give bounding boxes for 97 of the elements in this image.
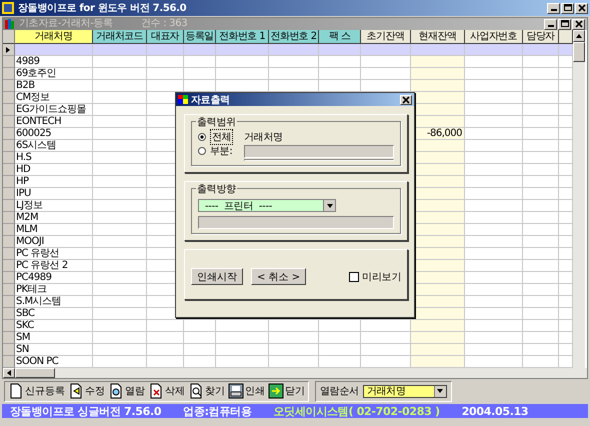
column-header[interactable]: 사업자번호 [465, 30, 523, 44]
caret-icon [434, 386, 446, 396]
books-icon [5, 19, 15, 29]
table-cell: LJ정보 [15, 200, 93, 212]
row-selector[interactable] [3, 44, 15, 56]
up-arrow-icon [576, 34, 582, 38]
search-icon [188, 383, 204, 399]
table-row[interactable]: 4989 [3, 56, 573, 68]
vertical-scrollbar[interactable] [573, 30, 585, 368]
child-window-title: 기초자료-거래처-등록 [19, 18, 113, 30]
table-cell: 600025 [15, 128, 93, 140]
close-button[interactable] [572, 18, 585, 30]
table-cell: HP [15, 176, 93, 188]
table-cell: CM정보 [15, 92, 93, 104]
preview-checkbox[interactable]: 미리보기 [349, 270, 401, 284]
maximize-icon [560, 19, 570, 29]
window-title: 장돌뱅이프로 for 윈도우 버전 7.56.0 [18, 2, 188, 15]
document-arrow-icon [68, 383, 84, 399]
table-row[interactable]: 69호주인 [3, 68, 573, 80]
table-cell: SBC [15, 308, 93, 320]
table-cell: 4989 [15, 56, 93, 68]
table-cell: S.M시스템 [15, 296, 93, 308]
minimize-icon [550, 8, 556, 10]
table-cell: MOOJI [15, 236, 93, 248]
column-header[interactable]: 전화번호 2 [269, 30, 319, 44]
table-cell: 6S시스템 [15, 140, 93, 152]
printer-icon [228, 383, 244, 399]
table-cell: B2B [15, 80, 93, 92]
minimize-button[interactable] [544, 18, 557, 30]
dialog-button[interactable]: 인쇄시작 [191, 268, 243, 285]
column-header[interactable]: 담당자 [523, 30, 559, 44]
table-row[interactable]: SKC [3, 320, 573, 332]
scroll-up-button[interactable] [573, 30, 585, 42]
table-cell: M2M [15, 212, 93, 224]
minimize-button[interactable] [547, 2, 560, 14]
left-arrow-icon [7, 370, 11, 376]
column-header[interactable]: 등록일 [184, 30, 216, 44]
column-header [559, 30, 573, 44]
column-header[interactable]: 대표자 [147, 30, 184, 44]
status-text: 장돌뱅이프로 싱글버전 7.56.0 [10, 404, 162, 418]
table-cell: SN [15, 344, 93, 356]
table-cell: HD [15, 164, 93, 176]
table-cell: PC4989 [15, 272, 93, 284]
caret-icon [323, 200, 335, 211]
table-cell: EG가이드쇼핑몰 [15, 104, 93, 116]
scroll-thumb[interactable] [15, 368, 55, 378]
table-cell: SM [15, 332, 93, 344]
toolbar-button[interactable]: 인쇄 [227, 382, 266, 400]
restore-button[interactable] [558, 18, 571, 30]
scroll-thumb[interactable] [573, 42, 585, 62]
row-pointer-icon [6, 47, 10, 53]
table-cell: EONTECH [15, 116, 93, 128]
column-header[interactable]: 현재잔액 [411, 30, 465, 44]
table-cell: 69호주인 [15, 68, 93, 80]
table-row[interactable]: SM [3, 332, 573, 344]
sort-order-label: 열람순서 [320, 385, 359, 398]
printer-dropdown[interactable]: ---- 프린터 ---- [198, 199, 336, 212]
status-text: 업종:컴퓨터용 [183, 404, 252, 418]
dialog-icon [178, 95, 188, 104]
status-text: 2004.05.13 [462, 404, 528, 418]
close-icon [576, 3, 586, 13]
column-header[interactable]: 거래처명 [15, 30, 93, 44]
column-header[interactable]: 초기잔액 [361, 30, 411, 44]
close-icon [401, 94, 411, 104]
toolbar-button[interactable]: 닫기 [267, 382, 306, 400]
group-label: 출력방향 [196, 182, 237, 196]
table-cell: IPU [15, 188, 93, 200]
column-header[interactable]: 전화번호 1 [216, 30, 269, 44]
table-cell: PK테크 [15, 284, 93, 296]
column-header[interactable]: 거래처코드 [93, 30, 147, 44]
close-button[interactable] [400, 94, 412, 104]
table-cell: SKC [15, 320, 93, 332]
table-cell: PC 유랑선 2 [15, 260, 93, 272]
app-icon [2, 2, 14, 14]
input-field[interactable] [244, 144, 394, 158]
sort-order-dropdown[interactable]: 거래처명 [362, 384, 447, 398]
close-button[interactable] [575, 2, 588, 14]
record-count: 건수 : 363 [140, 18, 188, 30]
dialog-title: 자료출력 [191, 94, 231, 106]
table-cell: MLM [15, 224, 93, 236]
maximize-button[interactable] [561, 2, 574, 14]
table-row[interactable]: SN [3, 344, 573, 356]
minimize-icon [548, 24, 554, 26]
horizontal-scrollbar[interactable] [3, 368, 587, 378]
maximize-icon [562, 3, 572, 13]
blank-document-icon [8, 383, 24, 399]
table-cell: PC 유랑선 [15, 248, 93, 260]
document-cross-icon [148, 383, 164, 399]
input-field[interactable] [198, 216, 394, 229]
group-label: 출력범위 [196, 115, 237, 129]
dialog-button[interactable]: < 취소 > [251, 268, 306, 285]
status-text: 오딧세이시스템( 02-702-0283 ) [274, 404, 440, 418]
scroll-left-button[interactable] [3, 368, 15, 378]
close-icon [574, 19, 584, 29]
table-cell: H.S [15, 152, 93, 164]
field-label: 거래처명 [244, 131, 283, 144]
column-header[interactable]: 팩 스 [319, 30, 361, 44]
